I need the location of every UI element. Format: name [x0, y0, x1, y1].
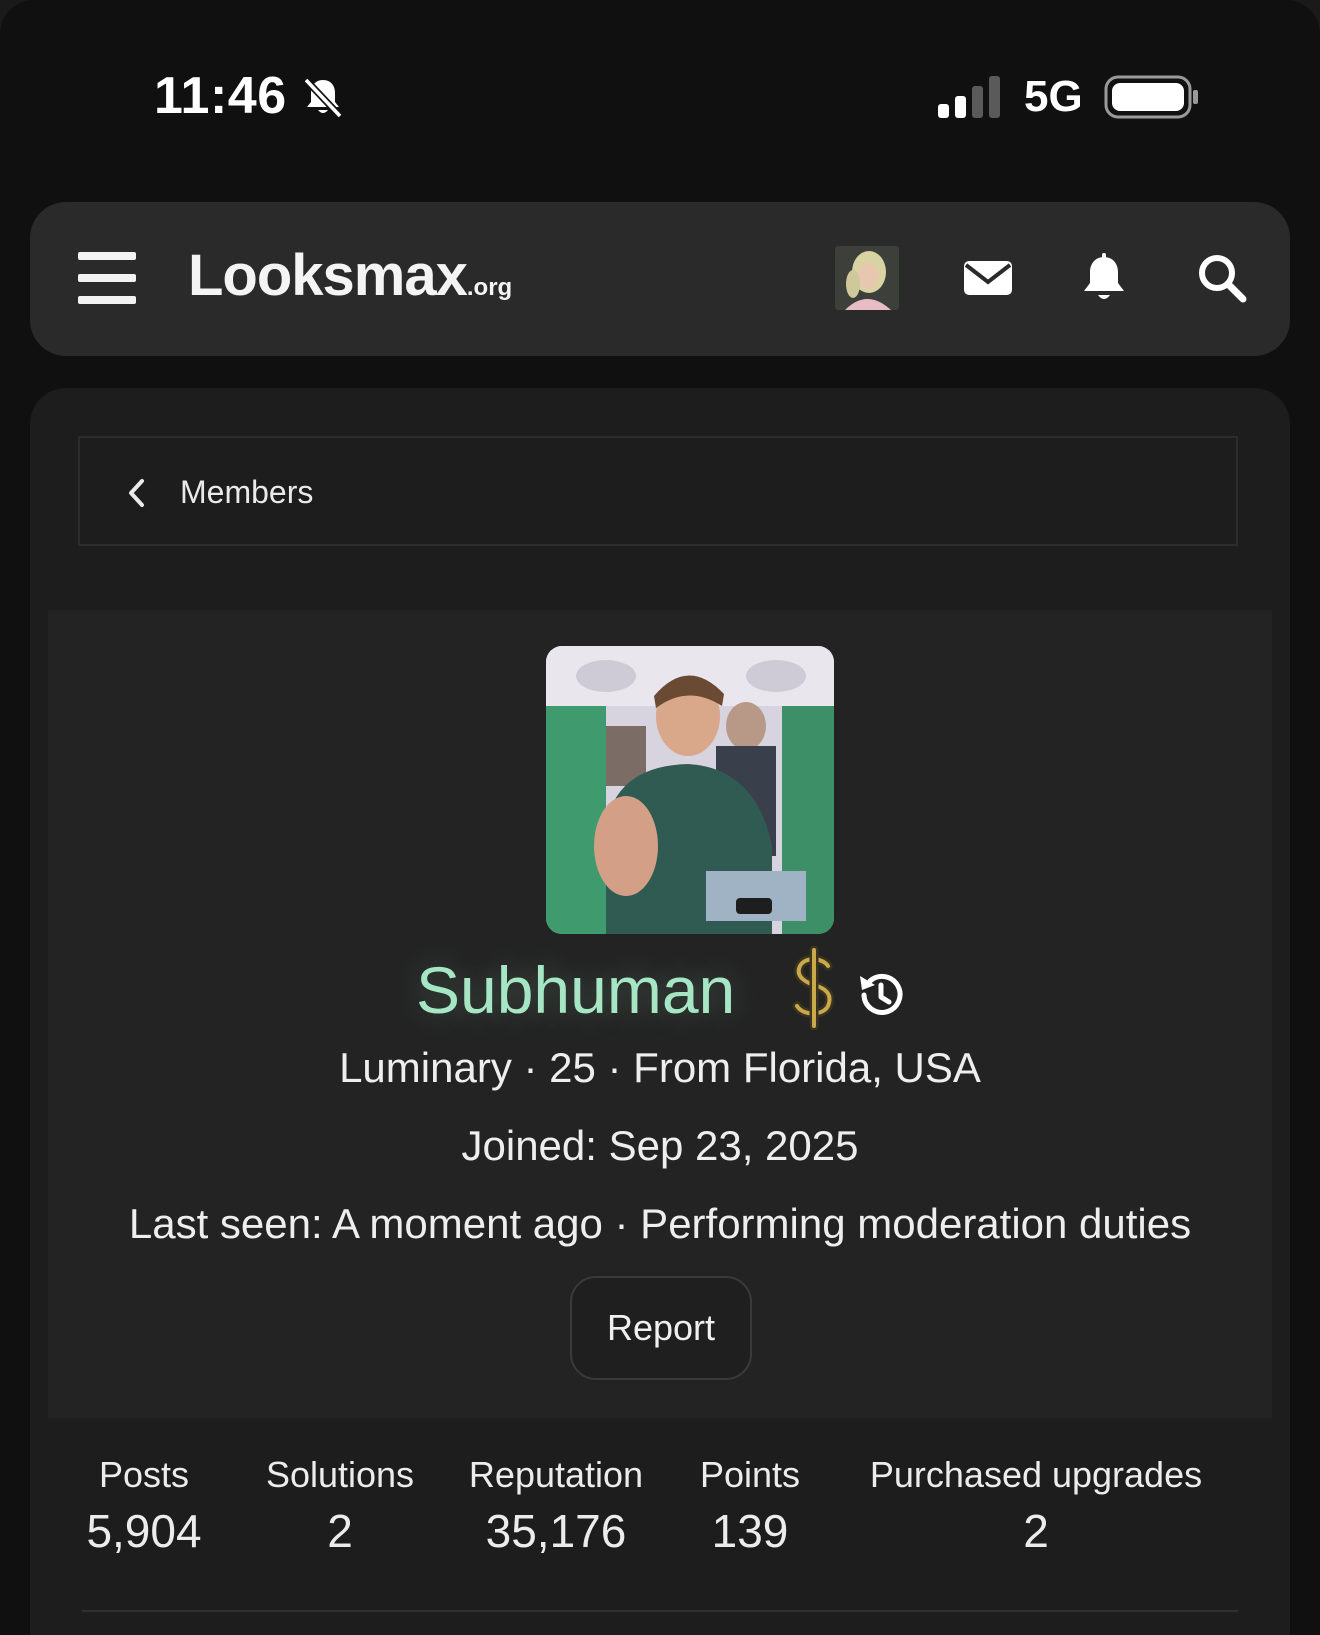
stat-points[interactable]: Points 139	[690, 1454, 810, 1558]
phone-screen: 11:46 5G Looksmax.org Members Subhuman L…	[0, 0, 1320, 1635]
stat-label: Reputation	[468, 1454, 644, 1495]
profile-card: Members Subhuman Luminary · 25 · From Fl…	[30, 388, 1290, 1635]
account-avatar[interactable]	[835, 246, 899, 310]
breadcrumb[interactable]: Members	[78, 436, 1238, 546]
logo-tld: .org	[466, 274, 513, 301]
bell-icon[interactable]	[1076, 250, 1132, 306]
username[interactable]: Subhuman	[416, 952, 735, 1028]
stat-posts[interactable]: Posts 5,904	[82, 1454, 206, 1558]
section-divider	[82, 1610, 1238, 1612]
history-icon[interactable]	[854, 968, 908, 1022]
stat-solutions[interactable]: Solutions 2	[256, 1454, 424, 1558]
joined-date: Joined: Sep 23, 2025	[461, 1122, 859, 1169]
stat-value: 2	[327, 1505, 353, 1557]
breadcrumb-members: Members	[180, 474, 314, 510]
network-label: 5G	[1024, 72, 1083, 121]
member-meta: Luminary · 25 · From Florida, USA	[339, 1044, 981, 1091]
battery-icon	[1104, 75, 1198, 119]
stat-label: Posts	[98, 1454, 190, 1495]
stat-value: 139	[711, 1505, 789, 1557]
stat-value: 2	[1023, 1505, 1049, 1557]
member-stats: Posts 5,904 Solutions 2 Reputation 35,17…	[30, 1454, 1290, 1574]
chevron-left-icon	[129, 479, 144, 507]
stat-label: Solutions	[265, 1454, 415, 1495]
report-button[interactable]: Report	[570, 1276, 752, 1380]
logo-text: Looksmax	[188, 243, 468, 308]
status-time: 11:46	[154, 67, 287, 125]
search-icon[interactable]	[1194, 250, 1250, 306]
menu-icon[interactable]	[78, 252, 136, 304]
last-seen: Last seen: A moment ago · Performing mod…	[128, 1200, 1192, 1247]
stat-value: 5,904	[86, 1505, 202, 1557]
signal-strength-icon	[938, 76, 1000, 118]
stat-reputation[interactable]: Reputation 35,176	[460, 1454, 652, 1558]
profile-header: Subhuman Luminary · 25 · From Florida, U…	[48, 610, 1272, 1418]
profile-avatar[interactable]	[546, 646, 834, 934]
stat-label: Purchased upgrades	[869, 1454, 1203, 1495]
stat-label: Points	[699, 1454, 801, 1495]
envelope-icon[interactable]	[960, 250, 1016, 306]
site-header: Looksmax.org	[30, 202, 1290, 356]
bell-off-icon	[303, 77, 343, 119]
stat-purchased-upgrades[interactable]: Purchased upgrades 2	[852, 1454, 1220, 1558]
dollar-badge-icon	[792, 946, 834, 1030]
username-row: Subhuman	[48, 946, 1272, 1046]
site-logo[interactable]: Looksmax.org	[188, 242, 512, 309]
stat-value: 35,176	[485, 1505, 627, 1557]
